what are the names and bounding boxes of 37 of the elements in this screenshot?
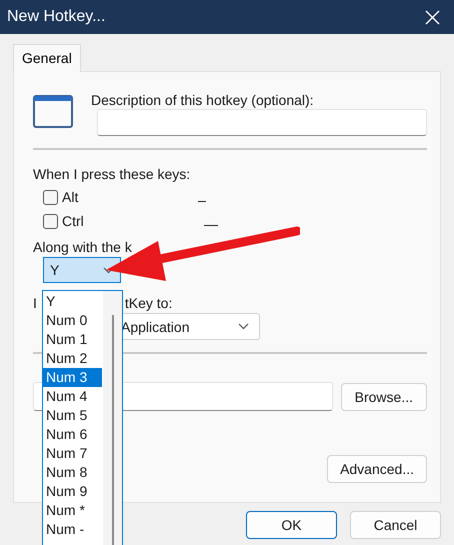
description-label: Description of this hotkey (optional): [91,92,315,108]
cancel-button[interactable]: Cancel [350,511,441,539]
dropdown-option[interactable]: Y [43,292,102,311]
advanced-button[interactable]: Advanced... [327,455,427,483]
dropdown-option[interactable]: Num 9 [43,482,102,501]
dropdown-option[interactable]: Num 0 [43,311,102,330]
browse-button[interactable]: Browse... [340,382,427,410]
close-icon [425,10,440,24]
checkbox-label: Ctrl [62,213,84,229]
dropdown-option[interactable]: Num 7 [43,444,102,463]
dropdown-option[interactable]: Num 3 [43,368,102,387]
dropdown-option[interactable]: Num 8 [43,463,102,482]
window-icon [33,95,73,128]
checkbox[interactable] [43,214,58,228]
dropdown-option[interactable]: Num 5 [43,406,102,425]
dropdown-option[interactable]: Num 2 [43,349,102,368]
action-label: tKey to: [124,295,172,311]
checkbox-label: Alt [62,189,78,205]
description-field[interactable] [97,109,427,136]
key-label: Along with the k [33,239,133,255]
dropdown-option[interactable]: Num 1 [43,330,102,349]
keys-label: When I press these keys: [33,166,192,182]
dropdown-option[interactable]: Num 6 [43,425,102,444]
scrollbar-thumb[interactable] [112,315,114,545]
key-dropdown[interactable]: Y [43,257,121,283]
close-button[interactable] [423,8,442,26]
dropdown-value: Application [121,318,190,334]
dropdown-option[interactable]: Num * [43,501,102,520]
dropdown-option[interactable]: Num 4 [43,387,102,406]
action-label: I [33,295,37,311]
ok-button[interactable]: OK [246,511,337,539]
chevron-icon [238,323,249,330]
dropdown-value: Y [50,262,60,278]
checkbox[interactable] [43,190,58,204]
window-title: New Hotkey... [7,8,106,26]
dropdown-option[interactable]: Num - [43,520,102,539]
tab[interactable]: General [13,44,81,72]
